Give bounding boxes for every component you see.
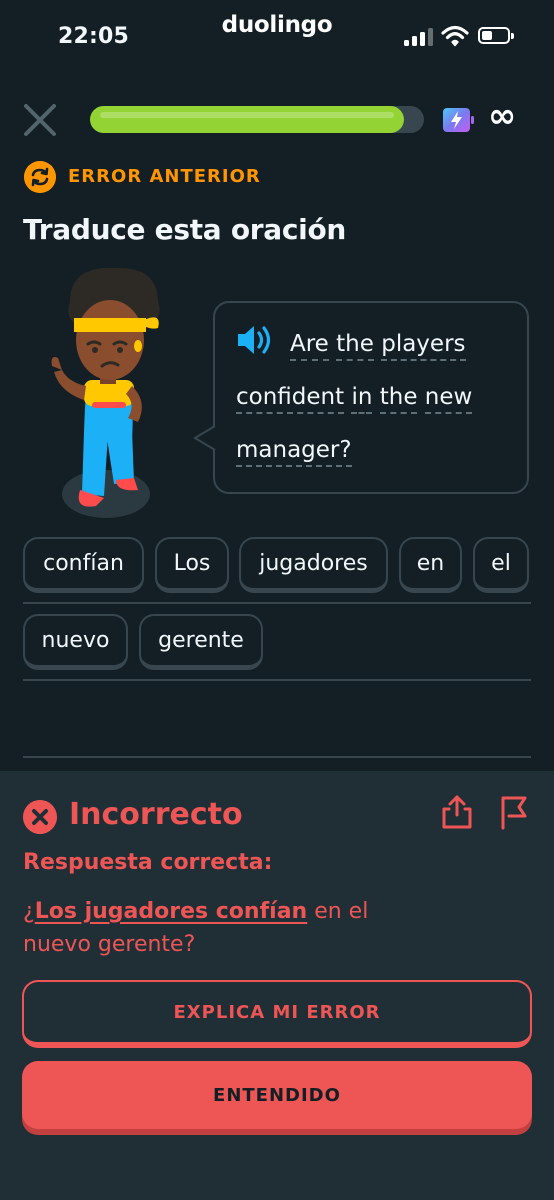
answer-highlight: Los jugadores confían bbox=[34, 899, 308, 924]
word-tile[interactable]: gerente bbox=[139, 614, 263, 670]
explain-error-button[interactable]: EXPLICA MI ERROR bbox=[22, 980, 532, 1048]
prompt-word[interactable]: in bbox=[351, 384, 373, 414]
answer-prefix: ¿ bbox=[23, 899, 35, 924]
incorrect-icon bbox=[23, 800, 57, 834]
word-tile[interactable]: nuevo bbox=[23, 614, 128, 670]
prompt-word[interactable]: Are bbox=[290, 331, 329, 361]
lesson-progress-bar bbox=[90, 106, 424, 133]
battery-icon bbox=[478, 27, 514, 44]
prompt-word[interactable]: players bbox=[381, 331, 466, 361]
prompt-word[interactable]: manager? bbox=[236, 437, 352, 467]
feedback-status: Incorrecto bbox=[69, 797, 243, 832]
got-it-button[interactable]: ENTENDIDO bbox=[22, 1061, 532, 1129]
repeat-icon bbox=[24, 161, 56, 193]
prompt-sentence: Are the players confident in the new man… bbox=[236, 318, 506, 477]
wifi-icon bbox=[441, 25, 469, 47]
correct-answer-label: Respuesta correcta: bbox=[23, 850, 273, 875]
word-tile[interactable]: el bbox=[473, 537, 529, 593]
character-illustration bbox=[51, 267, 160, 518]
word-tile[interactable]: en bbox=[399, 537, 462, 593]
prompt-word[interactable]: the bbox=[336, 331, 374, 361]
signal-icon bbox=[404, 28, 434, 46]
progress-fill bbox=[90, 106, 404, 133]
close-icon[interactable] bbox=[22, 102, 58, 138]
exercise-title: Traduce esta oración bbox=[23, 213, 347, 246]
energy-icon[interactable] bbox=[442, 106, 476, 134]
energy-infinity-label: ∞ bbox=[488, 96, 517, 136]
word-tile[interactable]: confían bbox=[23, 537, 144, 593]
speech-bubble-tail bbox=[193, 426, 216, 450]
report-flag-icon[interactable] bbox=[498, 794, 530, 830]
answer-line-2: nuevo gerente? bbox=[23, 932, 196, 957]
prompt-word[interactable]: new bbox=[424, 384, 473, 414]
word-tile[interactable]: Los bbox=[155, 537, 229, 593]
prompt-word[interactable]: confident bbox=[236, 384, 345, 414]
correct-answer-text: ¿Los jugadores confían en el nuevo geren… bbox=[23, 895, 493, 961]
answer-line bbox=[23, 756, 531, 758]
previous-error-label: ERROR ANTERIOR bbox=[68, 166, 261, 187]
prompt-word[interactable]: the bbox=[379, 384, 418, 414]
share-icon[interactable] bbox=[440, 794, 474, 830]
brand-name: duolingo bbox=[221, 12, 333, 38]
answer-line bbox=[23, 602, 531, 604]
word-tile[interactable]: jugadores bbox=[239, 537, 388, 593]
answer-line bbox=[23, 679, 531, 681]
answer-rest: en el bbox=[307, 899, 369, 924]
